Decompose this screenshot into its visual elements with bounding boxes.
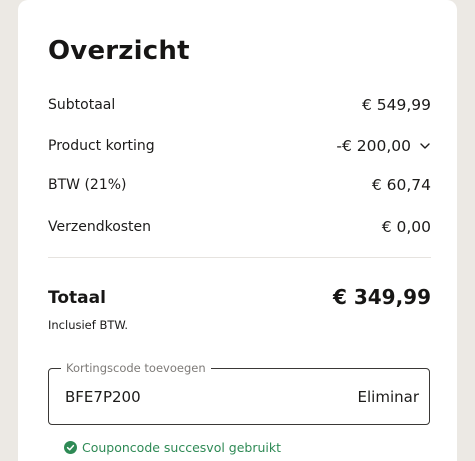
- coupon-field[interactable]: Kortingscode toevoegen Eliminar: [48, 360, 430, 425]
- subtotal-value: € 549,99: [361, 96, 431, 114]
- summary-divider: [48, 257, 431, 258]
- total-label: Totaal: [48, 288, 106, 308]
- product-discount-value: -€ 200,00: [336, 137, 411, 155]
- shipping-value: € 0,00: [381, 218, 431, 236]
- vat-value: € 60,74: [371, 176, 431, 194]
- shipping-label: Verzendkosten: [48, 219, 152, 235]
- coupon-status-text: Couponcode succesvol gebruikt: [82, 440, 282, 455]
- coupon-field-legend: Kortingscode toevoegen: [61, 360, 211, 376]
- vat-included-note: Inclusief BTW.: [48, 318, 129, 332]
- coupon-status: Couponcode succesvol gebruikt: [64, 440, 281, 455]
- remove-coupon-button[interactable]: Eliminar: [358, 385, 419, 409]
- chevron-down-icon[interactable]: [419, 140, 431, 152]
- summary-title: Overzicht: [48, 36, 190, 66]
- coupon-code-input[interactable]: [65, 385, 295, 409]
- total-value: € 349,99: [332, 285, 431, 309]
- order-summary-card: Overzicht Subtotaal € 549,99 Product kor…: [18, 0, 457, 461]
- product-discount-label: Product korting: [48, 138, 155, 154]
- subtotal-row: Subtotaal € 549,99: [48, 93, 431, 117]
- vat-row: BTW (21%) € 60,74: [48, 173, 431, 197]
- shipping-row: Verzendkosten € 0,00: [48, 215, 431, 239]
- vat-label: BTW (21%): [48, 177, 127, 193]
- subtotal-label: Subtotaal: [48, 97, 116, 113]
- product-discount-row[interactable]: Product korting -€ 200,00: [48, 134, 431, 158]
- product-discount-toggle[interactable]: -€ 200,00: [336, 137, 431, 155]
- check-circle-icon: [64, 441, 77, 454]
